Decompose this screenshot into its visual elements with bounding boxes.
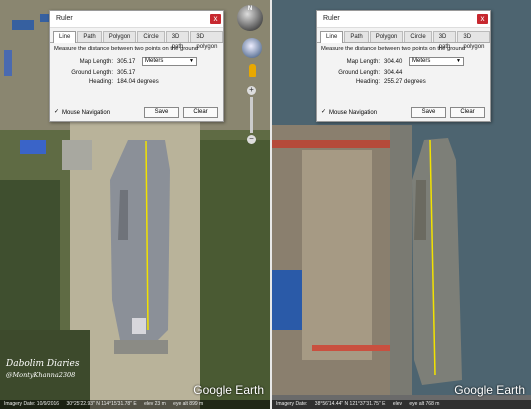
tab-polygon[interactable]: Polygon xyxy=(102,31,137,42)
map-length-row: Map Length: 305.17 Meters ▼ xyxy=(50,57,223,67)
tab-path[interactable]: Path xyxy=(344,31,369,42)
ruler-tabs: Line Path Polygon Circle 3D path 3D poly… xyxy=(50,31,224,50)
north-indicator: N xyxy=(247,6,253,12)
unit-select[interactable]: Meters ▼ xyxy=(409,57,464,66)
heading-label: Heading: xyxy=(88,79,113,85)
map-length-row: Map Length: 304.40 Meters ▼ xyxy=(317,57,490,67)
unit-select-value: Meters xyxy=(145,58,164,64)
heading-value: 255.27 degrees xyxy=(384,79,426,85)
tab-3d-path[interactable]: 3D path xyxy=(432,31,457,50)
close-button[interactable]: x xyxy=(477,14,488,24)
watermark-title: Dabolim Diaries xyxy=(6,359,80,369)
ground-length-value: 304.44 xyxy=(384,70,403,76)
ruler-dialog[interactable]: Ruler x Line Path Polygon Circle 3D path… xyxy=(49,10,224,122)
tab-3d-path[interactable]: 3D path xyxy=(165,31,190,50)
zoom-in-button[interactable]: + xyxy=(247,86,256,95)
ruler-titlebar[interactable]: Ruler x xyxy=(50,11,223,28)
ground-length-row: Ground Length: 305.17 xyxy=(50,69,223,78)
mouse-navigation-label: Mouse Navigation xyxy=(329,110,378,116)
save-button[interactable]: Save xyxy=(411,107,446,118)
mouse-navigation-checkbox[interactable]: ✓ xyxy=(321,109,328,116)
tab-3d-polygon[interactable]: 3D polygon xyxy=(190,31,224,50)
ground-length-value: 305.17 xyxy=(117,70,136,76)
chevron-down-icon: ▼ xyxy=(456,58,461,64)
tab-path[interactable]: Path xyxy=(77,31,102,42)
ruler-description: Measure the distance between two points … xyxy=(54,46,199,52)
ruler-description: Measure the distance between two points … xyxy=(321,46,466,52)
ground-length-label: Ground Length: xyxy=(71,70,113,76)
coordinates: 38°56'14.44" N 121°37'31.75" E xyxy=(314,401,386,407)
heading-value: 184.04 degrees xyxy=(117,79,159,85)
ruler-dialog[interactable]: Ruler x Line Path Polygon Circle 3D path… xyxy=(316,10,491,122)
map-length-label: Map Length: xyxy=(79,59,113,65)
status-bar: Imagery Date: 10/9/2016 30°25'22.93" N 1… xyxy=(0,400,270,409)
clear-button[interactable]: Clear xyxy=(450,107,485,118)
watermark-handle: @MontyKhanna2308 xyxy=(6,371,76,379)
tab-line[interactable]: Line xyxy=(320,31,344,43)
status-bar: Imagery Date: 38°56'14.44" N 121°37'31.7… xyxy=(272,400,531,409)
map-length-label: Map Length: xyxy=(346,59,380,65)
google-earth-logo: Google Earth xyxy=(454,383,525,397)
author-watermark: Dabolim Diaries @MontyKhanna2308 xyxy=(6,359,80,379)
save-button[interactable]: Save xyxy=(144,107,179,118)
google-earth-logo: Google Earth xyxy=(193,383,264,397)
heading-row: Heading: 255.27 degrees xyxy=(317,78,490,87)
imagery-date: Imagery Date: xyxy=(276,401,308,407)
tab-circle[interactable]: Circle xyxy=(137,31,165,42)
unit-select[interactable]: Meters ▼ xyxy=(142,57,197,66)
eye-altitude: eye alt 899 m xyxy=(173,401,204,407)
map-length-value: 304.40 xyxy=(384,59,403,65)
ruler-title: Ruler xyxy=(323,15,340,22)
ruler-tabs: Line Path Polygon Circle 3D path 3D poly… xyxy=(317,31,491,50)
right-earth-view[interactable]: Ruler x Line Path Polygon Circle 3D path… xyxy=(272,0,531,409)
elevation: elev xyxy=(392,401,402,407)
tab-circle[interactable]: Circle xyxy=(404,31,432,42)
chevron-down-icon: ▼ xyxy=(189,58,194,64)
eye-altitude: eye alt 768 m xyxy=(409,401,440,407)
left-earth-view[interactable]: Ruler x Line Path Polygon Circle 3D path… xyxy=(0,0,270,409)
tab-3d-polygon[interactable]: 3D polygon xyxy=(457,31,491,50)
zoom-slider[interactable] xyxy=(250,97,253,133)
ruler-footer: ✓ Mouse Navigation Save Clear xyxy=(317,105,490,121)
unit-select-value: Meters xyxy=(412,58,431,64)
move-joystick-icon[interactable] xyxy=(242,38,262,58)
mouse-navigation-checkbox[interactable]: ✓ xyxy=(54,109,61,116)
ruler-titlebar[interactable]: Ruler x xyxy=(317,11,490,28)
clear-button[interactable]: Clear xyxy=(183,107,218,118)
ground-length-label: Ground Length: xyxy=(338,70,380,76)
tab-line[interactable]: Line xyxy=(53,31,77,43)
heading-row: Heading: 184.04 degrees xyxy=(50,78,223,87)
compass-icon[interactable]: N xyxy=(237,5,263,31)
street-view-pegman-icon[interactable] xyxy=(249,64,256,77)
close-button[interactable]: x xyxy=(210,14,221,24)
coordinates: 30°25'22.93" N 114°15'31.78" E xyxy=(66,401,137,407)
elevation: elev 23 m xyxy=(144,401,166,407)
ground-length-row: Ground Length: 304.44 xyxy=(317,69,490,78)
ruler-footer: ✓ Mouse Navigation Save Clear xyxy=(50,105,223,121)
ruler-title: Ruler xyxy=(56,15,73,22)
imagery-date: Imagery Date: 10/9/2016 xyxy=(4,401,60,407)
mouse-navigation-label: Mouse Navigation xyxy=(62,110,111,116)
tab-polygon[interactable]: Polygon xyxy=(369,31,404,42)
map-length-value: 305.17 xyxy=(117,59,136,65)
zoom-out-button[interactable]: − xyxy=(247,135,256,144)
heading-label: Heading: xyxy=(355,79,380,85)
